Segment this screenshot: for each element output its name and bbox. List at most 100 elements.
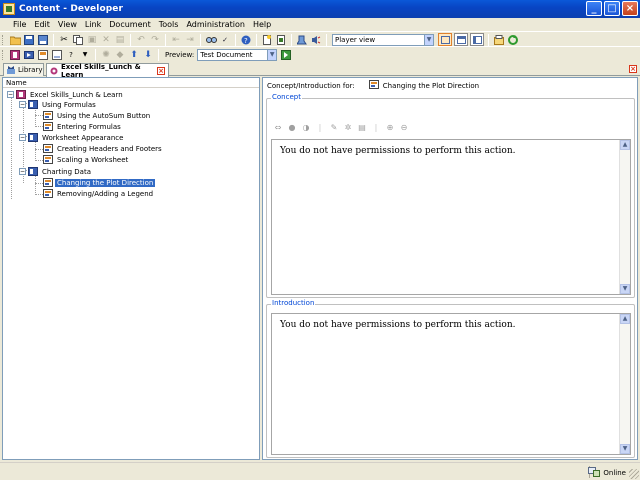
chevron-down-icon[interactable]: ▼	[79, 49, 91, 61]
refresh-icon[interactable]	[507, 34, 519, 46]
collapse-icon[interactable]: −	[19, 101, 26, 108]
clipboard-icon[interactable]: ▤	[114, 34, 126, 46]
layout-split-horizontal-button[interactable]	[454, 33, 468, 46]
link-icon[interactable]: ⇔	[273, 122, 283, 132]
layout-split-vertical-button[interactable]	[470, 33, 484, 46]
find-icon[interactable]	[205, 34, 217, 46]
toolbar-grip[interactable]	[2, 34, 5, 45]
save-all-icon[interactable]	[37, 34, 49, 46]
tab-outline[interactable]: Excel Skills_Lunch & Learn ×	[46, 63, 169, 79]
new-document-icon[interactable]	[261, 34, 273, 46]
indent-right-icon[interactable]: ⇥	[184, 34, 196, 46]
introduction-scrollbar[interactable]: ▲ ▼	[619, 314, 630, 454]
toolbar-grip[interactable]	[2, 49, 5, 60]
menu-edit[interactable]: Edit	[30, 20, 54, 29]
tree-node-section[interactable]: − Worksheet Appearance	[19, 132, 125, 143]
menu-help[interactable]: Help	[249, 20, 275, 29]
document-toolbar: ? ▼ ✺ ◆ ⬆ ⬇ Preview: Test Document ▼	[0, 46, 640, 62]
open-folder-icon[interactable]	[9, 34, 21, 46]
record-icon[interactable]	[296, 34, 308, 46]
maximize-button[interactable]: □	[604, 1, 620, 16]
remove-icon[interactable]: ⊖	[399, 122, 409, 132]
concept-for-label: Concept/Introduction for:	[267, 81, 355, 90]
topic-icon	[43, 155, 53, 164]
concept-for-value: Changing the Plot Direction	[382, 81, 480, 90]
resize-grip[interactable]	[629, 469, 639, 479]
menu-link[interactable]: Link	[81, 20, 105, 29]
collapse-icon[interactable]: −	[19, 134, 26, 141]
view-select[interactable]: Player view ▼	[332, 33, 434, 46]
preview-select[interactable]: Test Document ▼	[197, 48, 278, 61]
document-icon[interactable]: ▤	[357, 122, 367, 132]
link-icon[interactable]: ◆	[114, 49, 126, 61]
tree-node-section[interactable]: − Charting Data	[19, 166, 93, 177]
tree-node-label: Creating Headers and Footers	[57, 144, 162, 153]
network-icon	[588, 467, 601, 479]
copy-icon[interactable]	[72, 34, 84, 46]
collapse-icon[interactable]: −	[19, 168, 26, 175]
tree-node-topic[interactable]: Removing/Adding a Legend	[43, 188, 155, 199]
introduction-frame[interactable]: You do not have permissions to perform t…	[271, 313, 631, 455]
concept-frame[interactable]: You do not have permissions to perform t…	[271, 139, 631, 295]
chevron-down-icon[interactable]: ▼	[267, 49, 277, 60]
add-icon[interactable]: ⊕	[385, 122, 395, 132]
redo-icon[interactable]: ↷	[149, 34, 161, 46]
move-up-icon[interactable]: ⬆	[128, 49, 140, 61]
cut-icon[interactable]: ✂	[58, 34, 70, 46]
tree-node-section[interactable]: − Using Formulas	[19, 99, 98, 110]
toolbar-separator	[488, 33, 489, 46]
book-icon	[16, 90, 26, 99]
menu-tools[interactable]: Tools	[155, 20, 183, 29]
layout-single-button[interactable]	[438, 33, 452, 46]
scroll-down-icon[interactable]: ▼	[620, 444, 630, 454]
image-icon[interactable]: ●	[287, 122, 297, 132]
paste-icon[interactable]: ▣	[86, 34, 98, 46]
tree-node-topic[interactable]: Entering Formulas	[43, 121, 123, 132]
menu-document[interactable]: Document	[105, 20, 154, 29]
close-tab-icon[interactable]: ×	[157, 66, 165, 75]
close-button[interactable]: ×	[622, 1, 638, 16]
tab-library-label: Library	[18, 66, 43, 74]
minimize-button[interactable]: _	[586, 1, 602, 16]
concept-scrollbar[interactable]: ▲ ▼	[619, 140, 630, 294]
menu-administration[interactable]: Administration	[182, 20, 249, 29]
concept-pane: Concept/Introduction for: Changing the P…	[262, 77, 638, 460]
app-icon	[3, 3, 15, 15]
save-icon[interactable]	[23, 34, 35, 46]
scroll-up-icon[interactable]: ▲	[620, 140, 630, 150]
scroll-down-icon[interactable]: ▼	[620, 284, 630, 294]
book-icon[interactable]	[9, 49, 21, 61]
properties-icon[interactable]	[493, 34, 505, 46]
undo-icon[interactable]: ↶	[135, 34, 147, 46]
go-preview-icon[interactable]	[280, 49, 292, 61]
package-icon[interactable]	[51, 49, 63, 61]
topic-icon[interactable]	[37, 49, 49, 61]
settings-gear-icon[interactable]: ✺	[100, 49, 112, 61]
spell-check-icon[interactable]: ✓	[219, 34, 231, 46]
pencil-icon[interactable]: ✎	[329, 122, 339, 132]
tree-column-header[interactable]: Name	[3, 78, 259, 88]
sound-icon[interactable]	[310, 34, 322, 46]
gear-icon[interactable]: ✲	[343, 122, 353, 132]
help-icon[interactable]: ?	[240, 34, 252, 46]
publish-icon[interactable]	[275, 34, 287, 46]
collapse-icon[interactable]: −	[7, 91, 14, 98]
indent-left-icon[interactable]: ⇤	[170, 34, 182, 46]
glossary-icon[interactable]: ?	[65, 49, 77, 61]
close-editor-icon[interactable]: ×	[629, 65, 637, 73]
tree-node-topic[interactable]: Creating Headers and Footers	[43, 143, 164, 154]
tree-node-topic[interactable]: Scaling a Worksheet	[43, 154, 130, 165]
section-icon[interactable]	[23, 49, 35, 61]
move-down-icon[interactable]: ⬇	[142, 49, 154, 61]
tab-library[interactable]: Library	[3, 63, 44, 76]
scroll-up-icon[interactable]: ▲	[620, 314, 630, 324]
topic-icon	[43, 111, 53, 120]
chevron-down-icon[interactable]: ▼	[424, 34, 433, 45]
delete-icon[interactable]: ✕	[100, 34, 112, 46]
menu-view[interactable]: View	[54, 20, 81, 29]
tree-node-topic-selected[interactable]: Changing the Plot Direction	[43, 177, 156, 188]
standard-toolbar: ✂ ▣ ✕ ▤ ↶ ↷ ⇤ ⇥ ✓ ? Player view ▼	[0, 31, 640, 47]
attachment-icon[interactable]: ◑	[301, 122, 311, 132]
tree-node-topic[interactable]: Using the AutoSum Button	[43, 110, 152, 121]
menu-file[interactable]: File	[9, 20, 30, 29]
